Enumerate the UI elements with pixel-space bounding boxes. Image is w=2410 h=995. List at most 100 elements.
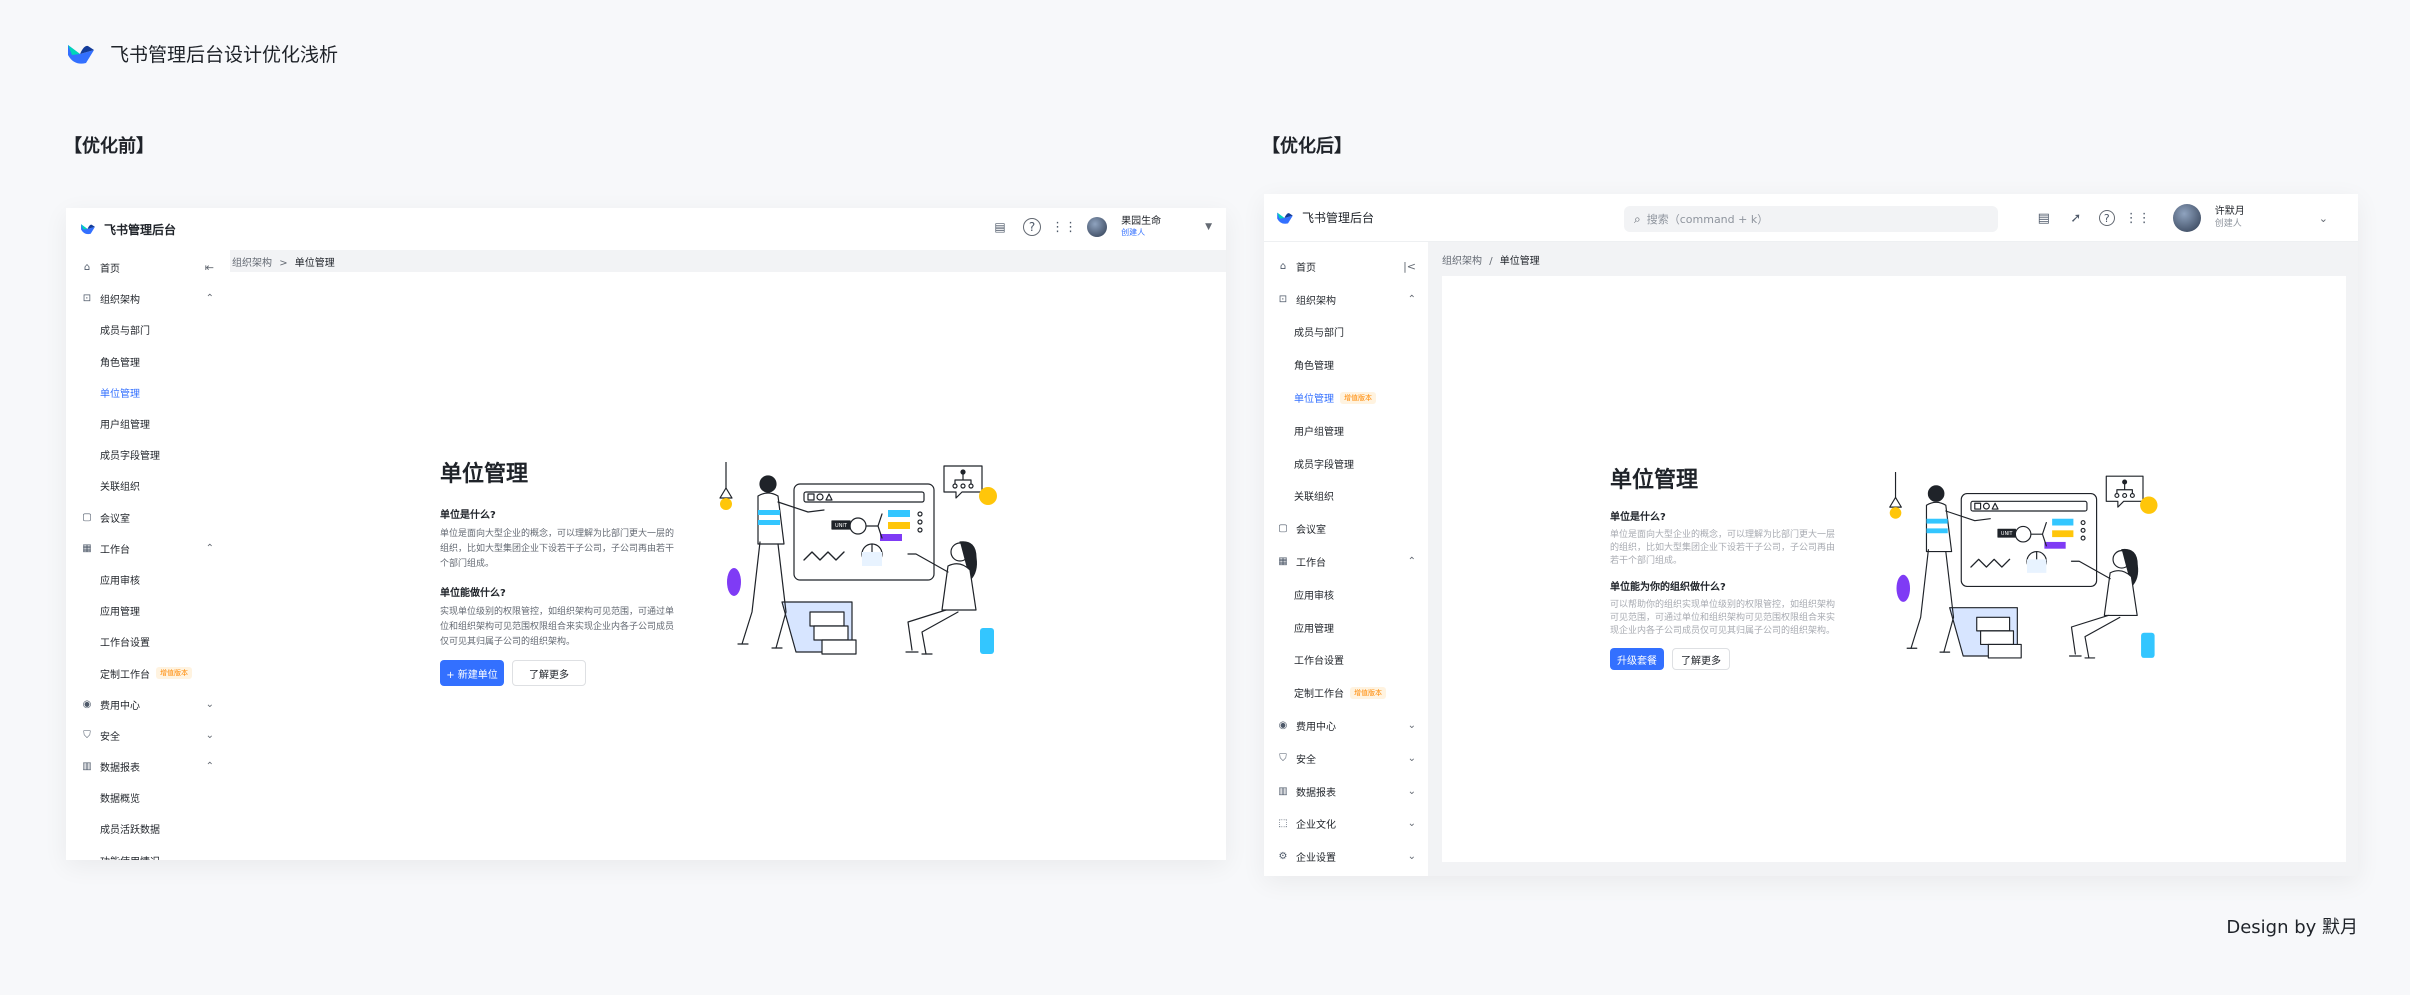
sidebar-item[interactable]: ▦ 工作台 ⌃ — [1264, 545, 1428, 578]
hero-text: 单位管理 单位是什么? 单位是面向大型企业的概念，可以理解为比部门更大一层的组织… — [1610, 462, 1842, 670]
chevron-up-icon[interactable]: ⌃ — [206, 543, 214, 554]
sidebar-subitem[interactable]: 应用管理 — [66, 595, 230, 626]
sidebar-subitem[interactable]: 用户组管理 — [1264, 414, 1428, 447]
new-unit-button[interactable]: + 新建单位 — [440, 660, 504, 686]
chevron-down-icon[interactable]: ⌄ — [206, 730, 214, 741]
sidebar-subitem[interactable]: 功能使用情况 ⌄ — [66, 845, 230, 860]
sidebar-item[interactable]: ⌂ 首页 ⇤ — [66, 252, 230, 283]
avatar[interactable] — [1087, 217, 1108, 237]
sidebar-item-label: 企业设置 — [1296, 853, 1336, 865]
sidebar-subitem[interactable]: 应用审核 — [66, 564, 230, 595]
sidebar-subitem[interactable]: 成员与部门 — [1264, 316, 1428, 349]
user-name: 果园生命 — [1121, 216, 1162, 227]
hero-answer-1: 单位是面向大型企业的概念，可以理解为比部门更大一层的组织，比如大型集团企业下设若… — [440, 529, 675, 569]
sidebar-item[interactable]: ⚙ 企业设置 ⌄ — [1264, 840, 1428, 873]
sidebar-item[interactable]: ⬚ 企业文化 ⌄ — [1264, 808, 1428, 841]
chevron-down-icon[interactable]: ⌄ — [206, 855, 214, 860]
help-icon[interactable]: ? — [1023, 218, 1042, 236]
learn-more-button[interactable]: 了解更多 — [1672, 648, 1730, 670]
sidebar-item[interactable]: ⛉ 安全 ⌄ — [1264, 742, 1428, 775]
collapse-sidebar-icon[interactable]: ⇤ — [205, 261, 214, 274]
after-window: 飞书管理后台 ⌕ 搜索（command + k） ▤ ➚ ? ⋮⋮ 许默月 创建… — [1264, 194, 2358, 876]
sidebar-subitem[interactable]: 工作台设置 — [1264, 644, 1428, 677]
chevron-down-icon[interactable]: ⌄ — [1408, 786, 1416, 797]
sidebar-item-label: 角色管理 — [1294, 361, 1334, 373]
chevron-up-icon[interactable]: ⌃ — [206, 761, 214, 772]
shield-icon: ⛉ — [83, 729, 91, 741]
hero-title: 单位管理 — [440, 462, 529, 487]
search-input[interactable]: ⌕ 搜索（command + k） — [1624, 206, 1998, 232]
hero-answer-2: 实现单位级别的权限管控，如组织架构可见范围，可通过单位和组织架构可见范围权限组合… — [440, 607, 675, 647]
sidebar-item[interactable]: ◉ 费用中心 ⌄ — [66, 689, 230, 720]
chevron-up-icon[interactable]: ⌃ — [1408, 556, 1416, 567]
sidebar-subitem[interactable]: 数据概览 — [66, 782, 230, 813]
sidebar-item-label: 首页 — [100, 264, 120, 276]
search-icon: ⌕ — [1634, 211, 1641, 226]
chevron-down-icon[interactable]: ⌄ — [206, 699, 214, 710]
sidebar-subitem[interactable]: 用户组管理 — [66, 408, 230, 439]
app-name: 飞书管理后台 — [1302, 211, 1375, 225]
chevron-down-icon[interactable]: ▼ — [1205, 222, 1212, 232]
apps-grid-icon[interactable]: ⋮⋮ — [2125, 209, 2151, 227]
sidebar-subitem[interactable]: 应用审核 — [1264, 578, 1428, 611]
sidebar-subitem[interactable]: 应用管理 — [1264, 611, 1428, 644]
sidebar-subitem[interactable]: 成员活跃数据 — [66, 813, 230, 844]
sidebar-item-label: 成员活跃数据 — [100, 825, 160, 837]
after-topbar: 飞书管理后台 ⌕ 搜索（command + k） ▤ ➚ ? ⋮⋮ 许默月 创建… — [1264, 194, 2358, 242]
hero-illustration: UNIT — [1882, 471, 2172, 666]
sidebar-item[interactable]: ⊡ 组织架构 ⌃ — [1264, 283, 1428, 316]
sidebar-item[interactable]: ▦ 工作台 ⌃ — [66, 533, 230, 564]
sidebar-subitem[interactable]: 成员与部门 — [66, 314, 230, 345]
meeting-room-icon: ▢ — [82, 511, 92, 523]
sidebar-subitem[interactable]: 单位管理 增值版本 — [1264, 381, 1428, 414]
chevron-up-icon[interactable]: ⌃ — [206, 293, 214, 304]
sidebar-item-label: 应用审核 — [100, 575, 140, 587]
sidebar-item[interactable]: ⌂ 首页 |< — [1264, 250, 1428, 283]
sidebar-subitem[interactable]: 成员字段管理 — [1264, 447, 1428, 480]
feishu-logo-icon — [81, 224, 95, 235]
chevron-down-icon[interactable]: ⌄ — [1408, 720, 1416, 731]
doc-icon[interactable]: ▤ — [991, 218, 1009, 236]
help-icon[interactable]: ? — [2098, 210, 2115, 226]
sidebar-subitem[interactable]: 定制工作台 增值版本 — [1264, 676, 1428, 709]
upgrade-plan-button[interactable]: 升级套餐 — [1610, 648, 1664, 670]
content-card: 单位管理 单位是什么? 单位是面向大型企业的概念，可以理解为比部门更大一层的组织… — [1442, 276, 2346, 862]
sidebar-subitem[interactable]: 成员字段管理 — [66, 439, 230, 470]
user-role: 创建人 — [2214, 219, 2242, 229]
chevron-down-icon[interactable]: ⌄ — [1408, 753, 1416, 764]
sidebar-item[interactable]: ⛉ 安全 ⌄ — [66, 720, 230, 751]
chevron-down-icon[interactable]: ⌄ — [1408, 818, 1416, 829]
sidebar-subitem[interactable]: 角色管理 — [1264, 348, 1428, 381]
chevron-down-icon[interactable]: ⌄ — [1408, 851, 1416, 862]
sidebar-item[interactable]: ▥ 数据报表 ⌄ — [1264, 775, 1428, 808]
sidebar-subitem[interactable]: 定制工作台 增值版本 — [66, 657, 230, 688]
sidebar-item[interactable]: ▢ 会议室 — [66, 502, 230, 533]
design-credit: Design by 默月 — [2226, 917, 2358, 938]
doc-search-icon[interactable]: ▤ — [2035, 209, 2053, 227]
user-role: 创建人 — [1121, 228, 1146, 237]
user-name: 许默月 — [2214, 206, 2245, 217]
sidebar-subitem[interactable]: 关联组织 — [1264, 480, 1428, 513]
sidebar-item[interactable]: ▢ 会议室 — [1264, 512, 1428, 545]
sidebar-subitem[interactable]: 关联组织 — [66, 470, 230, 501]
sidebar-item-label: 费用中心 — [100, 700, 140, 712]
sidebar-subitem[interactable]: 角色管理 — [66, 346, 230, 377]
sidebar-item-label: 单位管理 — [100, 388, 140, 400]
after-label: 【优化后】 — [1262, 136, 1352, 157]
sidebar-item[interactable]: ◉ 费用中心 ⌄ — [1264, 709, 1428, 742]
sidebar-item[interactable]: ▥ 数据报表 ⌃ — [66, 751, 230, 782]
learn-more-button[interactable]: 了解更多 — [512, 660, 586, 686]
chevron-down-icon[interactable]: ⌄ — [2319, 212, 2328, 225]
sidebar-item-label: 用户组管理 — [100, 420, 150, 432]
sidebar-subitem[interactable]: 工作台设置 — [66, 626, 230, 657]
chevron-up-icon[interactable]: ⌃ — [1408, 294, 1416, 305]
hero-text: 单位管理 单位是什么? 单位是面向大型企业的概念，可以理解为比部门更大一层的组织… — [440, 456, 682, 686]
collapse-sidebar-icon[interactable]: |< — [1403, 260, 1416, 273]
sidebar-item[interactable]: ⊡ 组织架构 ⌃ — [66, 283, 230, 314]
sidebar-item-label: 工作台设置 — [100, 638, 150, 650]
app-name: 飞书管理后台 — [104, 222, 177, 237]
rocket-icon[interactable]: ➚ — [2067, 209, 2085, 227]
sidebar-subitem[interactable]: 单位管理 — [66, 377, 230, 408]
apps-grid-icon[interactable]: ⋮⋮ — [1051, 218, 1077, 236]
avatar[interactable] — [2172, 204, 2201, 232]
